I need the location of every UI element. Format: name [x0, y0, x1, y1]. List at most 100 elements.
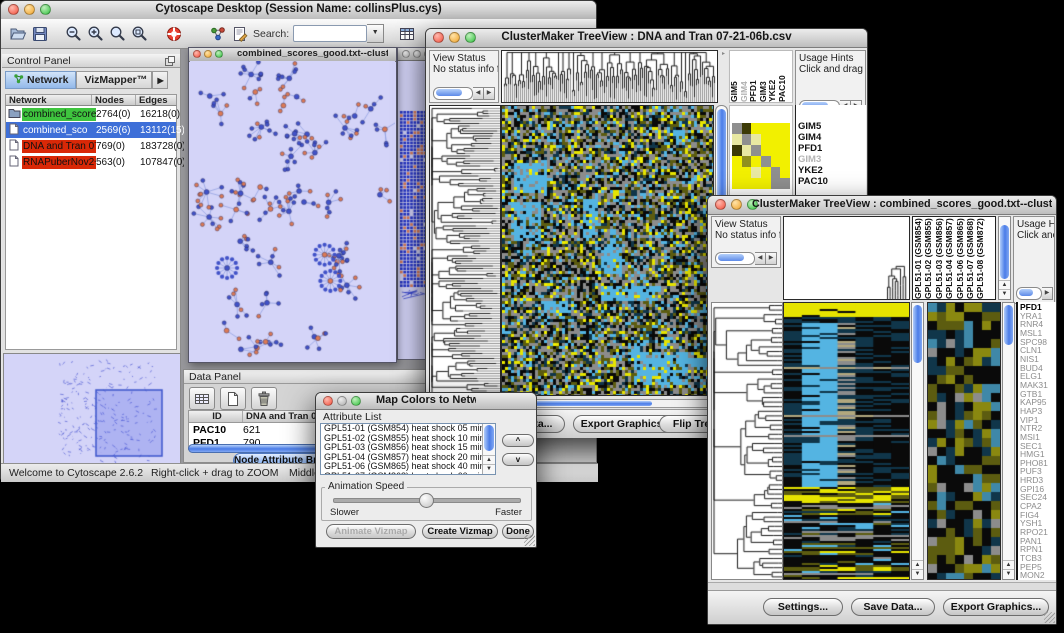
zoom-heatmap-canvas[interactable]	[928, 303, 1000, 579]
matrix-cell[interactable]	[742, 167, 752, 178]
matrix-row-label[interactable]: PAC10	[796, 176, 866, 187]
tab-overflow-button[interactable]: ▶	[152, 71, 168, 89]
settings-button[interactable]: Settings...	[763, 598, 843, 616]
matrix-cell[interactable]	[732, 156, 742, 167]
matrix-cell[interactable]	[751, 123, 761, 134]
network-view-titlebar[interactable]: combined_scores_good.txt--cluste...	[189, 48, 396, 62]
column-dendrogram-canvas[interactable]	[784, 217, 909, 299]
minimize-button[interactable]	[337, 396, 347, 406]
hscrollbar-strip[interactable]	[708, 582, 1056, 590]
search-input[interactable]	[293, 25, 367, 42]
matrix-cell[interactable]	[780, 145, 790, 156]
matrix-cell[interactable]	[742, 123, 752, 134]
network-table-row[interactable]: combined_scores2764(0)16218(0)	[6, 106, 176, 122]
float-panel-icon[interactable]	[164, 55, 176, 71]
zoom-out-icon[interactable]	[63, 23, 85, 45]
matrix-cell[interactable]	[732, 167, 742, 178]
row-dendrogram-canvas[interactable]	[712, 303, 782, 579]
minimize-button[interactable]	[449, 32, 460, 43]
matrix-row-label[interactable]: GIM4	[796, 132, 866, 143]
matrix-cell[interactable]	[771, 134, 781, 145]
matrix-cell[interactable]	[761, 134, 771, 145]
matrix-cell[interactable]	[780, 178, 790, 189]
select-attributes-icon[interactable]	[189, 387, 215, 410]
help-icon[interactable]	[163, 23, 185, 45]
matrix-row-label[interactable]: YKE2	[796, 165, 866, 176]
matrix-cell[interactable]	[761, 156, 771, 167]
attribute-list-item[interactable]: GPL51-07 (GSM868) heat shock 60 min	[321, 472, 483, 475]
close-button[interactable]	[402, 50, 410, 58]
matrix-cell[interactable]	[732, 123, 742, 134]
splitter[interactable]: ▸	[719, 50, 728, 103]
global-heatmap-canvas[interactable]	[784, 303, 909, 579]
matrix-cell[interactable]	[780, 156, 790, 167]
col-network[interactable]: Network	[6, 95, 92, 105]
matrix-cell[interactable]	[751, 156, 761, 167]
treeview1-titlebar[interactable]: ClusterMaker TreeView : DNA and Tran 07-…	[426, 29, 867, 48]
similarity-matrix[interactable]	[732, 123, 790, 189]
matrix-cell[interactable]	[761, 178, 771, 189]
matrix-cell[interactable]	[751, 167, 761, 178]
matrix-cell[interactable]	[732, 145, 742, 156]
close-button[interactable]	[433, 32, 444, 43]
matrix-row-label[interactable]: GIM3	[796, 154, 866, 165]
annotation-icon[interactable]	[229, 23, 251, 45]
move-down-button[interactable]: v	[502, 453, 534, 466]
cytoscape-titlebar[interactable]: Cytoscape Desktop (Session Name: collins…	[1, 1, 596, 20]
matrix-cell[interactable]	[771, 145, 781, 156]
matrix-cell[interactable]	[771, 156, 781, 167]
matrix-row-label[interactable]: PFD1	[796, 143, 866, 154]
close-button[interactable]	[715, 199, 726, 210]
save-data-button[interactable]: Save Data...	[851, 598, 935, 616]
minimize-button[interactable]	[204, 50, 212, 58]
resize-grip[interactable]	[1044, 612, 1055, 623]
attribute-browser-icon[interactable]	[396, 23, 418, 45]
animate-vizmap-button[interactable]: Animate Vizmap	[326, 524, 416, 539]
zoom-button[interactable]	[351, 396, 361, 406]
matrix-cell[interactable]	[732, 134, 742, 145]
view-status-scrollbar[interactable]: ◀▶	[433, 87, 495, 100]
matrix-cell[interactable]	[751, 134, 761, 145]
search-dropdown-arrow[interactable]: ▼	[367, 24, 384, 43]
close-button[interactable]	[8, 4, 19, 15]
save-session-icon[interactable]	[29, 23, 51, 45]
network-overview-canvas[interactable]	[3, 353, 181, 464]
matrix-cell[interactable]	[732, 178, 742, 189]
treeview2-titlebar[interactable]: ClusterMaker TreeView : combined_scores_…	[708, 196, 1056, 215]
matrix-cell[interactable]	[761, 123, 771, 134]
matrix-cell[interactable]	[780, 134, 790, 145]
network-table-row[interactable]: combined_sco2569(6)13112(15)	[6, 122, 176, 138]
minimize-button[interactable]	[731, 199, 742, 210]
matrix-cell[interactable]	[780, 123, 790, 134]
matrix-cell[interactable]	[771, 167, 781, 178]
gene-label[interactable]: MON2	[1018, 571, 1056, 580]
dialog-titlebar[interactable]: Map Colors to Network	[316, 393, 536, 410]
matrix-cell[interactable]	[761, 145, 771, 156]
tab-network[interactable]: Network	[5, 71, 76, 89]
create-vizmap-button[interactable]: Create Vizmap	[422, 524, 498, 539]
export-graphics-button[interactable]: Export Graphics...	[943, 598, 1049, 616]
delete-attribute-icon[interactable]	[251, 387, 277, 410]
matrix-cell[interactable]	[742, 145, 752, 156]
matrix-cell[interactable]	[751, 145, 761, 156]
column-label-vscrollbar[interactable]: ▲▼	[998, 216, 1011, 300]
matrix-cell[interactable]	[742, 156, 752, 167]
matrix-row-label[interactable]: GIM5	[796, 121, 866, 132]
speed-slider-thumb[interactable]	[419, 493, 434, 508]
heatmap-canvas[interactable]	[502, 106, 713, 395]
row-dendrogram-canvas[interactable]	[430, 106, 500, 396]
zoom-fit-icon[interactable]	[107, 23, 129, 45]
matrix-cell[interactable]	[742, 134, 752, 145]
matrix-cell[interactable]	[771, 178, 781, 189]
open-session-icon[interactable]	[7, 23, 29, 45]
matrix-cell[interactable]	[771, 123, 781, 134]
network-table-row[interactable]: RNAPuberNov2+1563(0)107847(0)	[6, 154, 176, 170]
network-table-row[interactable]: DNA and Tran 07769(0)183728(0)	[6, 138, 176, 154]
matrix-cell[interactable]	[780, 167, 790, 178]
zoom-button[interactable]	[40, 4, 51, 15]
minimize-button[interactable]	[413, 50, 421, 58]
resize-grip[interactable]	[524, 535, 535, 546]
attribute-listbox[interactable]: GPL51-01 (GSM854) heat shock 05 minGPL51…	[320, 423, 496, 475]
zoom-vscrollbar[interactable]: ▲▼	[1002, 302, 1015, 580]
minimize-button[interactable]	[24, 4, 35, 15]
